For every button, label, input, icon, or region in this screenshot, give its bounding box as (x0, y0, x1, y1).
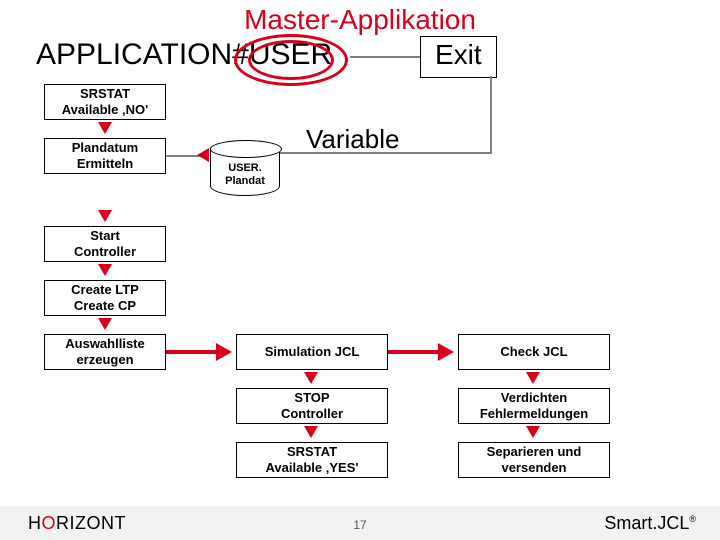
text-line: erzeugen (45, 352, 165, 368)
box-srstat-no: SRSTAT Available ‚NO' (44, 84, 166, 120)
text-line: STOP (237, 390, 387, 406)
text-line: Available ‚YES' (237, 460, 387, 476)
arrow-down-icon (98, 122, 112, 134)
box-check-jcl: Check JCL (458, 334, 610, 370)
box-separieren: Separieren und versenden (458, 442, 610, 478)
box-verdichten: Verdichten Fehlermeldungen (458, 388, 610, 424)
arrow-right-icon (216, 343, 232, 361)
arrow-down-icon (98, 264, 112, 276)
text-line: SRSTAT (237, 444, 387, 460)
box-simulation-jcl: Simulation JCL (236, 334, 388, 370)
text-line: Fehlermeldungen (459, 406, 609, 422)
db-label-1: USER. (211, 162, 279, 175)
text-line: Check JCL (459, 344, 609, 360)
text-line: Controller (237, 406, 387, 422)
arrow-down-icon (526, 372, 540, 384)
exit-box: Exit (420, 36, 497, 78)
arrow-down-icon (526, 426, 540, 438)
text-line: Separieren und (459, 444, 609, 460)
arrow-left-icon (197, 148, 209, 162)
text-line: Start (45, 228, 165, 244)
text-line: Create LTP (45, 282, 165, 298)
text-line: Simulation JCL (237, 344, 387, 360)
text-line: Auswahlliste (45, 336, 165, 352)
text-line: Available ‚NO' (45, 102, 165, 118)
database-cylinder: USER. Plandat (210, 140, 280, 196)
text-line: versenden (459, 460, 609, 476)
exit-label: Exit (435, 39, 482, 70)
variable-label: Variable (306, 124, 399, 155)
text-line: Create CP (45, 298, 165, 314)
text-line: Verdichten (459, 390, 609, 406)
brand-part: Smart (604, 513, 652, 533)
slide-title: Master-Applikation (0, 4, 720, 36)
highlight-oval-inner (248, 40, 334, 80)
brand-part: .JCL (652, 513, 689, 533)
arrow-down-icon (98, 318, 112, 330)
text-line: SRSTAT (45, 86, 165, 102)
db-label-2: Plandat (211, 175, 279, 188)
arrow-down-icon (98, 210, 112, 222)
arrow-right-icon (438, 343, 454, 361)
connector-line (490, 76, 492, 154)
footer-brand-right: Smart.JCL® (604, 513, 696, 534)
connector-line (350, 56, 420, 58)
text-line: Controller (45, 244, 165, 260)
registered-icon: ® (689, 514, 696, 524)
connector-line (388, 350, 438, 354)
box-plandatum: Plandatum Ermitteln (44, 138, 166, 174)
text-line: Plandatum (45, 140, 165, 156)
box-create-ltp-cp: Create LTP Create CP (44, 280, 166, 316)
db-top-ellipse (210, 140, 282, 158)
box-auswahlliste: Auswahlliste erzeugen (44, 334, 166, 370)
box-start-controller: Start Controller (44, 226, 166, 262)
arrow-down-icon (304, 426, 318, 438)
box-stop-controller: STOP Controller (236, 388, 388, 424)
box-srstat-yes: SRSTAT Available ‚YES' (236, 442, 388, 478)
connector-line (166, 350, 216, 354)
text-line: Ermitteln (45, 156, 165, 172)
arrow-down-icon (304, 372, 318, 384)
